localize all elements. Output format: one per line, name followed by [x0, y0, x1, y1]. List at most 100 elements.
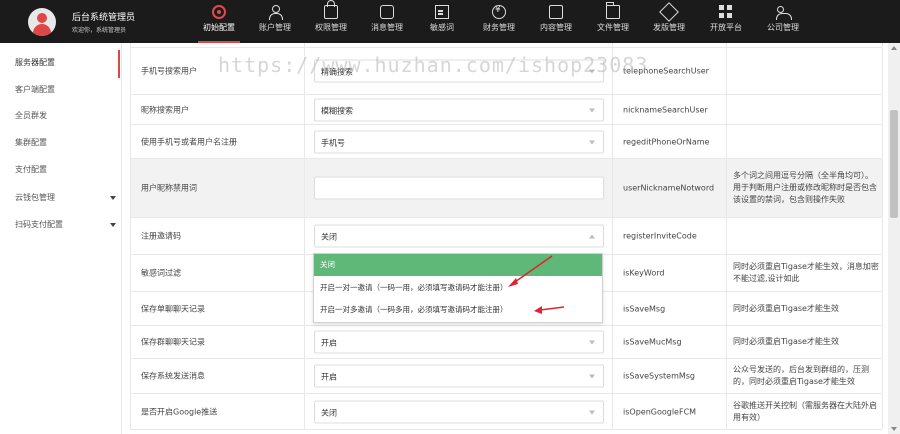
nav-company[interactable]: 公司管理 [762, 0, 804, 43]
setting-select[interactable]: 开启 [314, 364, 604, 388]
setting-name: 是否开启Google推送 [141, 407, 218, 416]
lock-icon [324, 0, 338, 19]
sidebar-item-payment-config[interactable]: 支付配置 [0, 161, 122, 179]
admin-welcome: 欢迎你，系统管理员 [72, 27, 127, 34]
table-row: 使用手机号或者用户名注册 手机号 regeditPhoneOrName [130, 125, 883, 159]
setting-note: 同时必须重启Tigase才能生效，消息加密不能过滤,设计如此 [733, 262, 879, 283]
nav-label: 内容管理 [540, 23, 572, 32]
setting-name: 使用手机号或者用户名注册 [141, 137, 237, 146]
setting-key: nicknameSearchUser [623, 105, 708, 114]
avatar-body [33, 24, 51, 36]
caret-down-icon [589, 410, 595, 414]
nav-initial-config[interactable]: 初始配置 [198, 0, 240, 43]
setting-name: 保存单聊聊天记录 [141, 304, 205, 313]
nav-label: 开放平台 [710, 23, 742, 32]
sidebar-item-mass-message[interactable]: 全员群发 [0, 107, 122, 125]
nav-finance[interactable]: 财务管理 [478, 0, 520, 43]
nav-content[interactable]: 内容管理 [535, 0, 577, 43]
nav-label: 公司管理 [767, 23, 799, 32]
setting-key: isSaveMsg [623, 304, 666, 313]
nav-label: 发版管理 [653, 23, 685, 32]
caret-up-icon [589, 234, 595, 239]
caret-down-icon [110, 223, 116, 227]
coin-icon [492, 5, 506, 19]
send-icon [659, 2, 679, 22]
sidebar-item-label: 云钱包管理 [15, 193, 55, 202]
group-icon [776, 5, 792, 20]
select-value: 模糊搜索 [321, 106, 353, 115]
setting-name: 手机号搜索用户 [141, 66, 197, 76]
table-row: 用户昵称禁用词 userNicknameNotword 多个词之间用逗号分隔（全… [130, 159, 883, 218]
nav-sensitive-words[interactable]: 敏感词 [424, 0, 460, 43]
scroll-down-icon[interactable] [891, 427, 897, 431]
top-navigation-bar: 后台系统管理员 欢迎你，系统管理员 初始配置 账户管理 权限管理 消息管理 敏感… [0, 0, 900, 43]
nav-label: 消息管理 [371, 23, 403, 32]
setting-key: isOpenGoogleFCM [623, 407, 697, 416]
nav-open-platform[interactable]: 开放平台 [705, 0, 747, 43]
setting-name: 保存群聊聊天记录 [141, 337, 205, 347]
table-row: 是否开启Google推送 关闭 isOpenGoogleFCM 谷歌推送开关控制… [130, 394, 883, 430]
nav-release[interactable]: 发版管理 [648, 0, 690, 43]
sidebar-item-label: 集群配置 [15, 138, 47, 147]
sidebar-item-client-config[interactable]: 客户端配置 [0, 81, 122, 99]
avatar[interactable] [28, 8, 56, 36]
sidebar-item-qr-payment[interactable]: 扫码支付配置 [0, 216, 122, 234]
setting-select[interactable]: 手机号 [314, 130, 604, 153]
watermark-text: https://www.huzhan.com/ishop23083 [218, 53, 649, 77]
sidebar-item-label: 扫码支付配置 [15, 220, 63, 229]
setting-note: 多个词之间用逗号分隔（全半角均可）。用于判断用户注册或修改昵称时是否包含该设置的… [733, 171, 877, 204]
document-icon [435, 5, 449, 19]
nav-file[interactable]: 文件管理 [592, 0, 634, 43]
caret-down-icon [589, 108, 595, 112]
nav-label: 账户管理 [259, 23, 291, 32]
nav-account[interactable]: 账户管理 [254, 0, 296, 43]
scroll-thumb[interactable] [890, 110, 898, 218]
sidebar-item-label: 支付配置 [15, 165, 47, 174]
sidebar: 服务器配置 客户端配置 全员群发 集群配置 支付配置 云钱包管理 扫码支付配置 [0, 43, 122, 434]
setting-note: 同时必须重启Tigase才能生效 [733, 337, 839, 346]
nav-permission[interactable]: 权限管理 [310, 0, 352, 43]
setting-name: 保存系统发送消息 [141, 371, 205, 381]
invite-code-select[interactable]: 关闭 [314, 224, 604, 248]
setting-key: registerInviteCode [623, 231, 697, 241]
select-value: 开启 [321, 338, 337, 348]
setting-select[interactable]: 模糊搜索 [314, 98, 604, 121]
table-row: 昵称搜索用户 模糊搜索 nicknameSearchUser [130, 95, 883, 125]
setting-key: isSaveSystemMsg [623, 371, 696, 381]
nav-label: 权限管理 [315, 23, 347, 32]
caret-down-icon [110, 196, 116, 200]
setting-name: 昵称搜索用户 [141, 105, 189, 114]
setting-select[interactable]: 开启 [314, 330, 604, 354]
folder-icon [605, 2, 620, 19]
setting-note: 同时必须重启Tigase才能生效 [733, 303, 839, 313]
nav-message[interactable]: 消息管理 [366, 0, 408, 43]
select-value: 关闭 [321, 232, 337, 242]
gear-icon [212, 5, 226, 19]
scroll-up-icon[interactable] [891, 46, 897, 50]
setting-key: isSaveMucMsg [623, 337, 682, 347]
annotation-arrow-icon [534, 306, 565, 314]
person-icon [268, 5, 283, 20]
select-value: 开启 [321, 372, 337, 382]
select-value: 关闭 [321, 408, 337, 417]
nickname-forbidden-words-input[interactable] [314, 176, 604, 200]
monitor-icon [549, 5, 563, 19]
sidebar-item-server-config[interactable]: 服务器配置 [0, 50, 122, 78]
vertical-scrollbar[interactable] [888, 43, 900, 434]
sidebar-item-cluster-config[interactable]: 集群配置 [0, 134, 122, 152]
setting-name: 用户昵称禁用词 [141, 183, 197, 193]
sidebar-item-label: 全员群发 [15, 111, 47, 120]
setting-note: 公众号发送的，后台发到群组的，压测的，同时必须重启Tigase才能生效 [733, 365, 869, 386]
setting-key: isKeyWord [623, 268, 665, 278]
sidebar-item-cloud-wallet[interactable]: 云钱包管理 [0, 189, 122, 207]
caret-down-icon [589, 140, 595, 144]
annotation-arrow-icon [508, 255, 553, 287]
table-row: 保存系统发送消息 开启 isSaveSystemMsg 公众号发送的，后台发到群… [130, 359, 883, 394]
chat-icon [380, 5, 394, 19]
avatar-head [37, 13, 47, 23]
select-value: 手机号 [321, 138, 345, 147]
setting-key: regeditPhoneOrName [623, 137, 710, 146]
caret-down-icon [589, 374, 595, 379]
setting-select[interactable]: 关闭 [314, 400, 604, 423]
nav-label: 文件管理 [597, 23, 629, 32]
